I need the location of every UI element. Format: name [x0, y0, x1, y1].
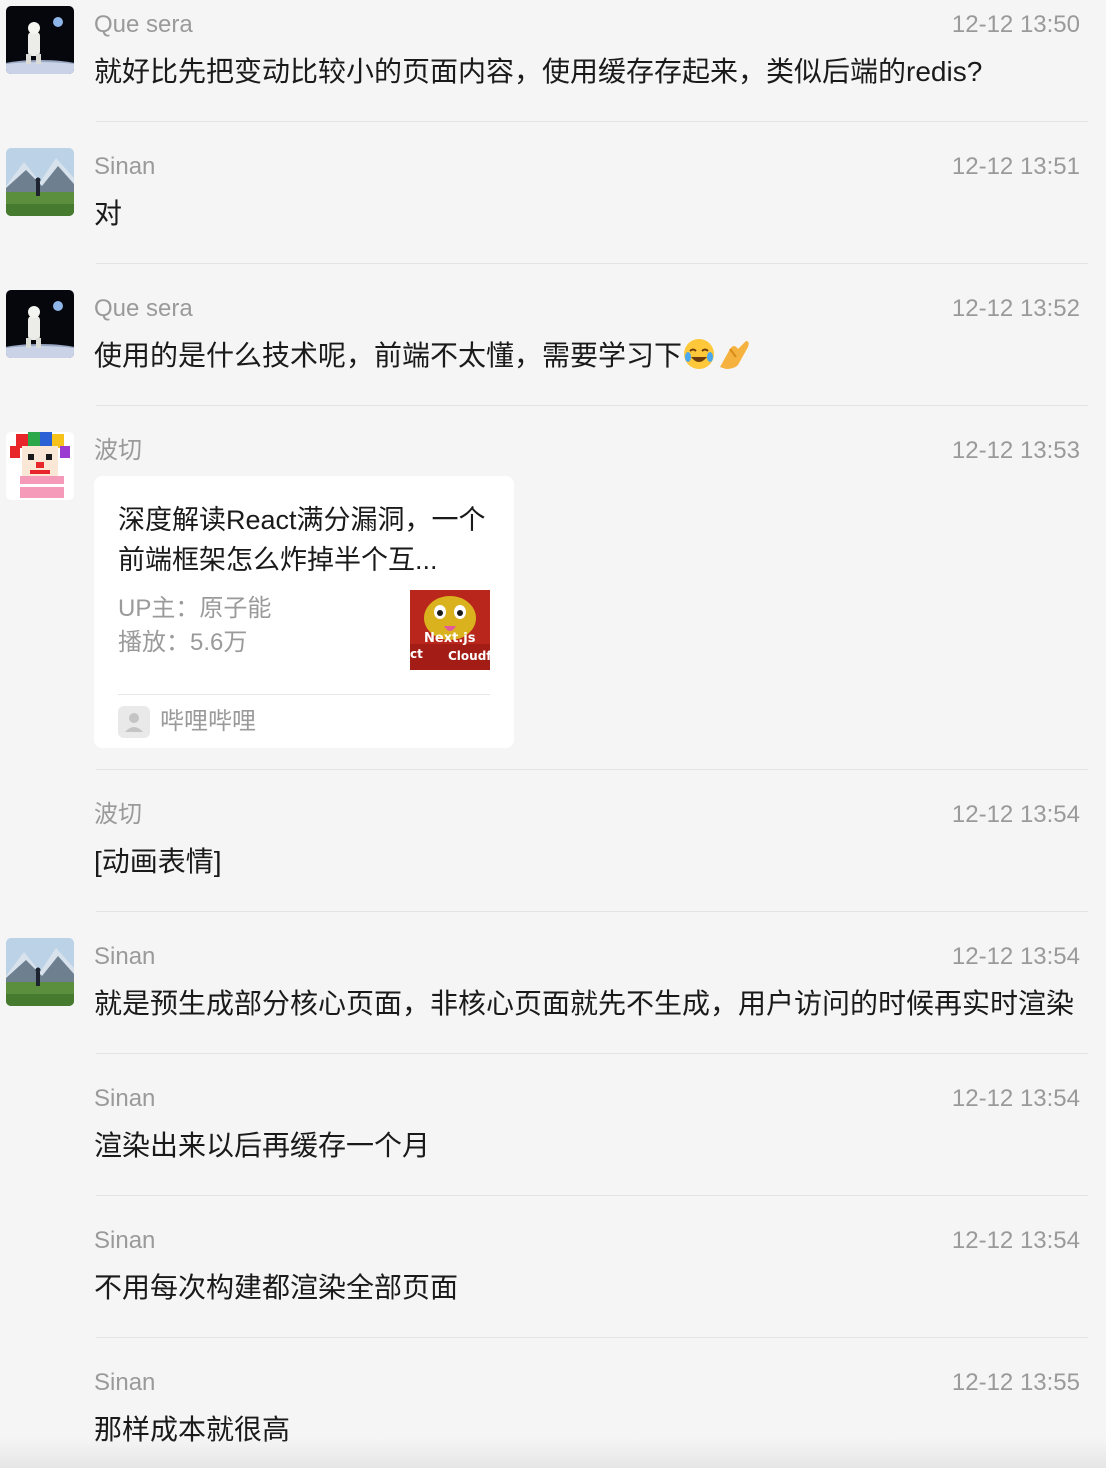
message-text[interactable]: 就是预生成部分核心页面，非核心页面就先不生成，用户访问的时候再实时渲染 [94, 984, 1074, 1024]
card-thumbnail: Next.js ct Cloudf [410, 590, 490, 670]
message-timestamp: 12-12 13:54 [951, 943, 1080, 970]
scroll-fade [0, 1438, 1106, 1468]
video-share-card[interactable]: 深度解读React满分漏洞，一个前端框架怎么炸掉半个互... UP主：原子能 播… [94, 476, 514, 748]
message-divider [96, 1195, 1088, 1196]
sender-name[interactable]: Que sera [94, 294, 193, 324]
avatar-astronaut[interactable] [6, 6, 74, 74]
message-divider [96, 1053, 1088, 1054]
message-text[interactable]: 不用每次构建都渲染全部页面 [94, 1268, 458, 1308]
card-divider [118, 694, 490, 695]
message-timestamp: 12-12 13:55 [951, 1369, 1080, 1396]
message-divider [96, 1337, 1088, 1338]
message-text[interactable]: 对 [94, 194, 122, 234]
message-timestamp: 12-12 13:54 [951, 801, 1080, 828]
card-play-count: 播放：5.6万 [118, 629, 248, 656]
card-uploader: UP主：原子能 [118, 595, 272, 622]
sender-name[interactable]: Sinan [94, 1084, 155, 1114]
message-text[interactable]: 就好比先把变动比较小的页面内容，使用缓存存起来，类似后端的redis? [94, 52, 982, 92]
message-text-row: 使用的是什么技术呢，前端不太懂，需要学习下 [94, 336, 752, 382]
avatar-mountain[interactable] [6, 148, 74, 216]
message-text[interactable]: 渲染出来以后再缓存一个月 [94, 1126, 430, 1166]
message-divider [96, 769, 1088, 770]
avatar-clown[interactable] [6, 432, 74, 500]
bilibili-icon [118, 706, 150, 738]
laughing-crying-emoji [682, 337, 716, 382]
message-timestamp: 12-12 13:54 [951, 1227, 1080, 1254]
message-divider [96, 121, 1088, 122]
message-timestamp: 12-12 13:52 [951, 295, 1080, 322]
sender-name[interactable]: Que sera [94, 10, 193, 40]
sender-name[interactable]: 波切 [94, 436, 142, 466]
message-timestamp: 12-12 13:50 [951, 11, 1080, 38]
thumbnail-text: Cloudf [448, 649, 490, 663]
card-source: 哔哩哔哩 [160, 708, 256, 735]
sender-name[interactable]: Sinan [94, 942, 155, 972]
message-text[interactable]: 使用的是什么技术呢，前端不太懂，需要学习下 [94, 340, 682, 371]
message-timestamp: 12-12 13:53 [951, 437, 1080, 464]
message-text[interactable]: [动画表情] [94, 842, 222, 882]
thumbnail-text: ct [410, 647, 423, 661]
sender-name[interactable]: Sinan [94, 152, 155, 182]
avatar-mountain[interactable] [6, 938, 74, 1006]
message-divider [96, 911, 1088, 912]
pinched-hand-emoji [716, 337, 752, 382]
message-divider [96, 405, 1088, 406]
message-divider [96, 263, 1088, 264]
sender-name[interactable]: Sinan [94, 1368, 155, 1398]
sender-name[interactable]: Sinan [94, 1226, 155, 1256]
card-title: 深度解读React满分漏洞，一个前端框架怎么炸掉半个互... [118, 505, 486, 575]
thumbnail-text: Next.js [424, 631, 476, 646]
message-timestamp: 12-12 13:51 [951, 153, 1080, 180]
avatar-astronaut[interactable] [6, 290, 74, 358]
message-timestamp: 12-12 13:54 [951, 1085, 1080, 1112]
sender-name[interactable]: 波切 [94, 800, 142, 830]
